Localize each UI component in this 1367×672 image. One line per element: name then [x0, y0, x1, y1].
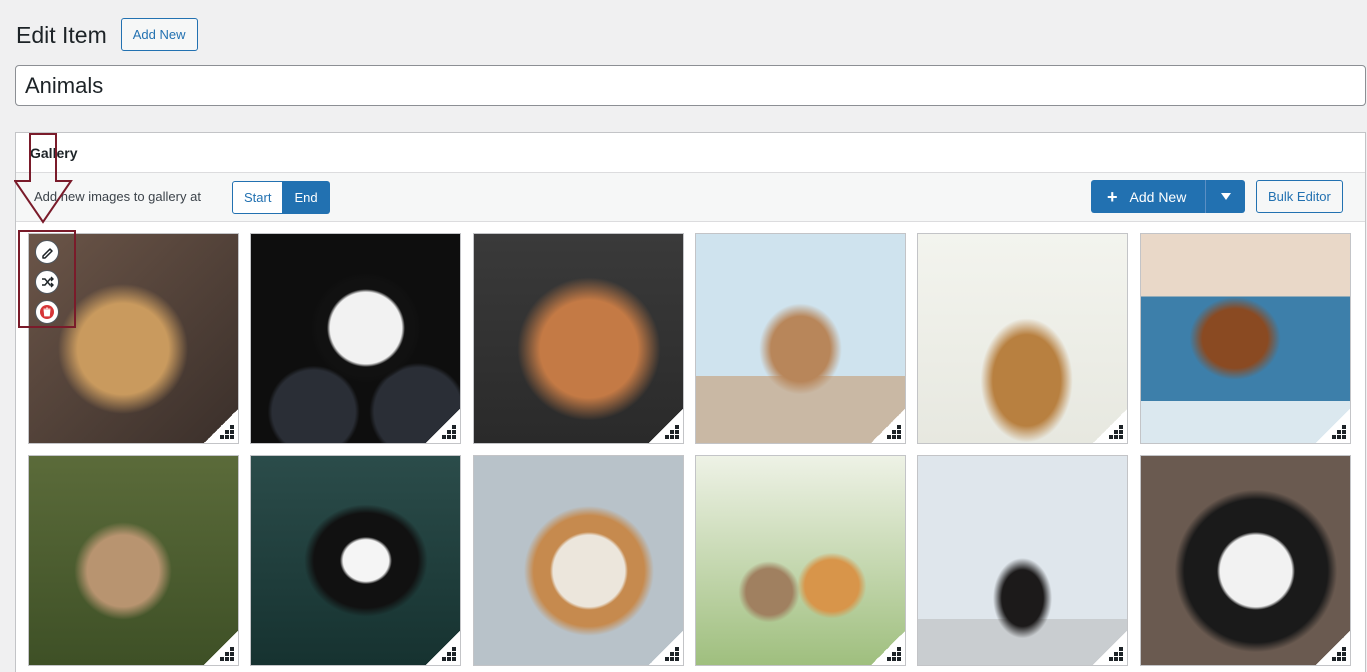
bulk-editor-button[interactable]: Bulk Editor [1256, 180, 1343, 213]
gallery-heading: Gallery [16, 133, 1365, 173]
crop-corner-icon[interactable] [649, 409, 683, 443]
add-new-images-split-button: + Add New [1091, 180, 1245, 213]
trash-icon [40, 305, 54, 319]
add-new-dropdown-toggle[interactable] [1205, 180, 1245, 213]
gallery-image-tile[interactable] [473, 233, 684, 444]
crop-corner-icon[interactable] [871, 631, 905, 665]
edit-item-page: Edit Item Add New Animals Gallery Add ne… [0, 0, 1367, 672]
gallery-image-tile[interactable] [250, 233, 461, 444]
gallery-image-tile[interactable] [695, 455, 906, 666]
gallery-image-tile[interactable] [473, 455, 684, 666]
gallery-image-tile[interactable] [917, 233, 1128, 444]
item-title-input[interactable]: Animals [15, 65, 1366, 106]
crop-corner-icon[interactable] [1093, 409, 1127, 443]
gallery-image-tile[interactable] [695, 233, 906, 444]
replace-image-button[interactable] [35, 270, 59, 294]
crop-corner-icon[interactable] [426, 409, 460, 443]
gallery-image-tile[interactable] [28, 455, 239, 666]
plus-icon: + [1107, 186, 1118, 207]
delete-image-button[interactable] [35, 300, 59, 324]
image-controls [35, 240, 59, 324]
gallery-panel: Gallery Add new images to gallery at Sta… [15, 132, 1366, 672]
gallery-toolbar: Add new images to gallery at Start End +… [16, 173, 1365, 222]
crop-corner-icon[interactable] [871, 409, 905, 443]
gallery-image-tile[interactable] [1140, 233, 1351, 444]
gallery-image-tile[interactable] [1140, 455, 1351, 666]
caret-down-icon [1220, 193, 1231, 200]
insert-position-label: Add new images to gallery at [34, 189, 201, 204]
add-new-item-button[interactable]: Add New [120, 18, 198, 51]
add-new-images-label: Add New [1129, 188, 1187, 205]
gallery-image-tile[interactable] [250, 455, 461, 666]
crop-corner-icon[interactable] [1316, 409, 1350, 443]
crop-corner-icon[interactable] [204, 631, 238, 665]
page-title: Edit Item [16, 21, 107, 48]
page-header: Edit Item Add New [16, 18, 198, 51]
insert-position-toggle: Start End [232, 181, 330, 214]
position-start-button[interactable]: Start [232, 181, 284, 214]
crop-corner-icon[interactable] [1093, 631, 1127, 665]
position-end-button[interactable]: End [283, 181, 330, 214]
pencil-icon [42, 248, 53, 259]
add-new-images-button[interactable]: + Add New [1091, 180, 1205, 213]
shuffle-icon [42, 276, 54, 288]
crop-corner-icon[interactable] [426, 631, 460, 665]
crop-corner-icon[interactable] [649, 631, 683, 665]
crop-corner-icon[interactable] [204, 409, 238, 443]
crop-corner-icon[interactable] [1316, 631, 1350, 665]
gallery-image-tile[interactable] [917, 455, 1128, 666]
edit-image-button[interactable] [35, 240, 59, 264]
gallery-image-tile[interactable] [28, 233, 239, 444]
